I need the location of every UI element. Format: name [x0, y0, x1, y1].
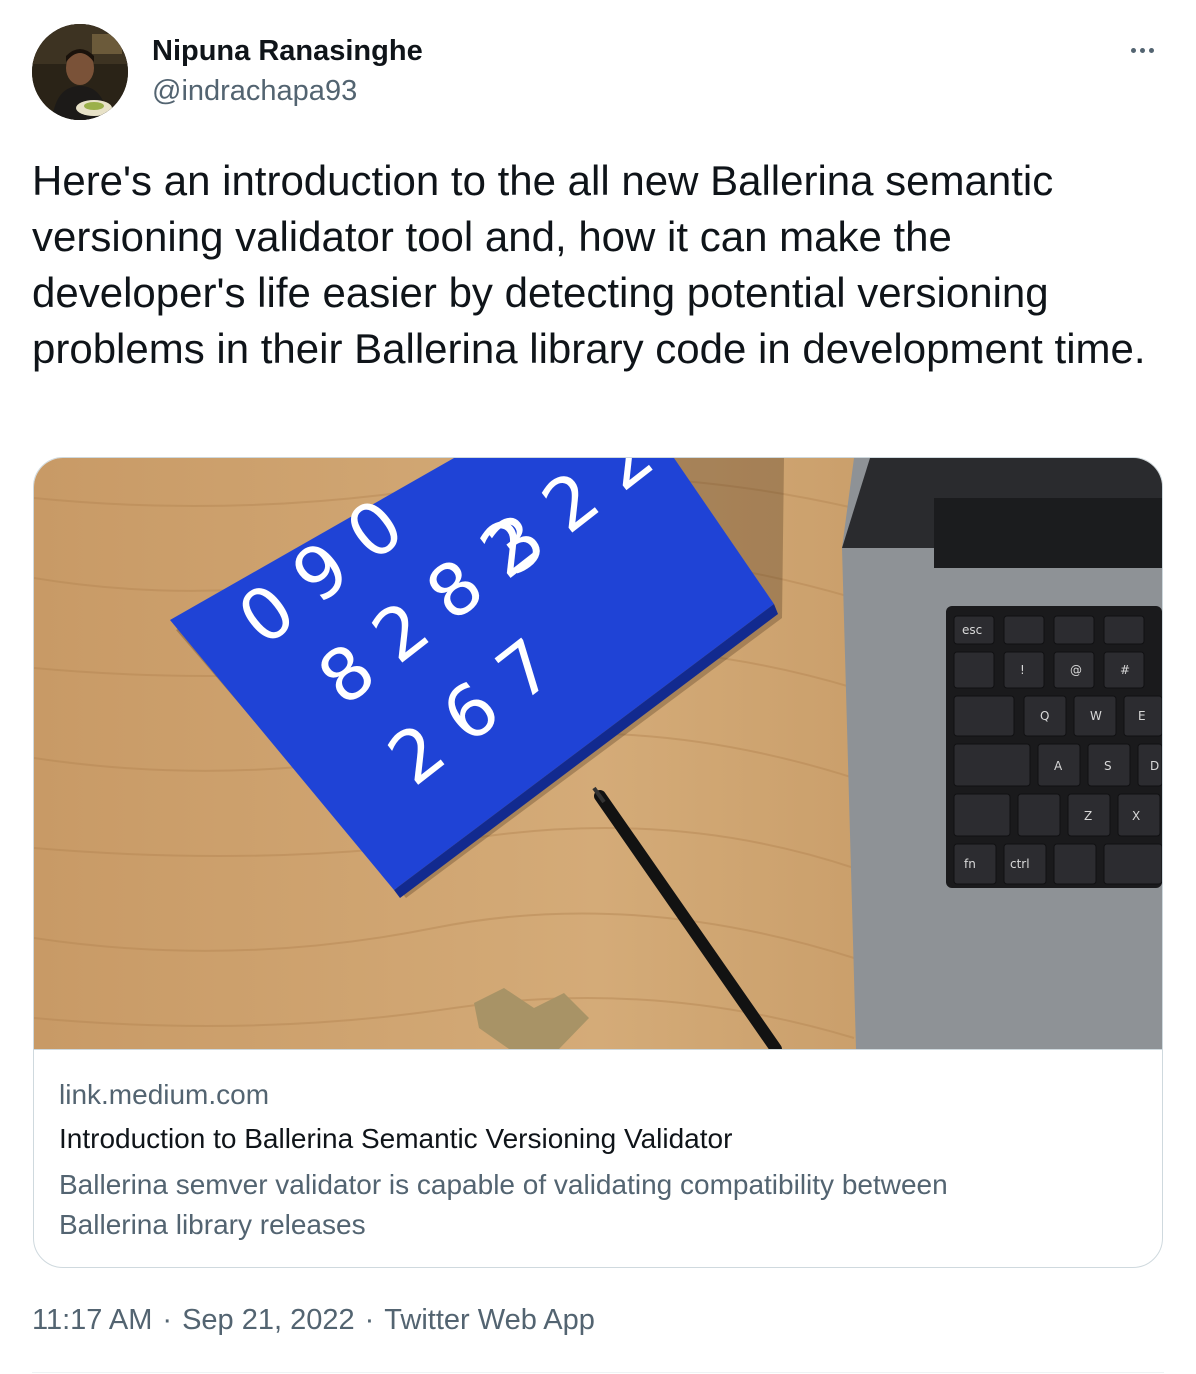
svg-text:esc: esc	[962, 623, 982, 637]
author-name[interactable]: Nipuna Ranasinghe	[152, 33, 423, 69]
svg-text:!: !	[1020, 663, 1025, 677]
link-card[interactable]: 0 9 0 8 2 8 2 2 6 7 3 2 2 0 esc ! @ # Q …	[33, 457, 1163, 1268]
svg-text:Z: Z	[1084, 809, 1092, 823]
svg-text:S: S	[1104, 759, 1112, 773]
card-description: Ballerina semver validator is capable of…	[59, 1169, 948, 1240]
tweet: Nipuna Ranasinghe @indrachapa93 Here's a…	[0, 0, 1196, 1374]
more-icon-dot	[1139, 47, 1145, 53]
tweet-date[interactable]: Sep 21, 2022	[182, 1302, 355, 1338]
svg-text:W: W	[1090, 709, 1102, 723]
svg-text:Q: Q	[1040, 709, 1049, 723]
card-title: Introduction to Ballerina Semantic Versi…	[59, 1123, 733, 1154]
meta-separator: ·	[364, 1304, 375, 1336]
author-handle[interactable]: @indrachapa93	[152, 73, 357, 109]
svg-text:A: A	[1054, 759, 1063, 773]
tweet-meta: 11:17 AM · Sep 21, 2022 · Twitter Web Ap…	[32, 1302, 595, 1338]
svg-text:ctrl: ctrl	[1010, 857, 1030, 871]
svg-text:#: #	[1120, 663, 1130, 677]
meta-separator: ·	[162, 1304, 173, 1336]
card-image-photo: 0 9 0 8 2 8 2 2 6 7 3 2 2 0 esc ! @ # Q …	[34, 458, 1162, 1055]
avatar-photo	[32, 24, 128, 120]
svg-text:@: @	[1070, 663, 1082, 677]
avatar[interactable]	[32, 24, 128, 120]
more-icon-dot	[1148, 47, 1154, 53]
more-icon	[1130, 47, 1136, 53]
divider	[32, 1372, 1164, 1373]
svg-text:D: D	[1150, 759, 1159, 773]
card-domain: link.medium.com	[59, 1079, 270, 1110]
tweet-time[interactable]: 11:17 AM	[32, 1302, 152, 1338]
tweet-text: Here's an introduction to the all new Ba…	[32, 157, 1146, 372]
card-image[interactable]: 0 9 0 8 2 8 2 2 6 7 3 2 2 0 esc ! @ # Q …	[34, 458, 1162, 1055]
svg-text:fn: fn	[964, 857, 976, 871]
more-options-button[interactable]	[1122, 30, 1162, 70]
svg-text:E: E	[1138, 709, 1146, 723]
tweet-source[interactable]: Twitter Web App	[384, 1302, 595, 1338]
svg-text:X: X	[1132, 809, 1140, 823]
